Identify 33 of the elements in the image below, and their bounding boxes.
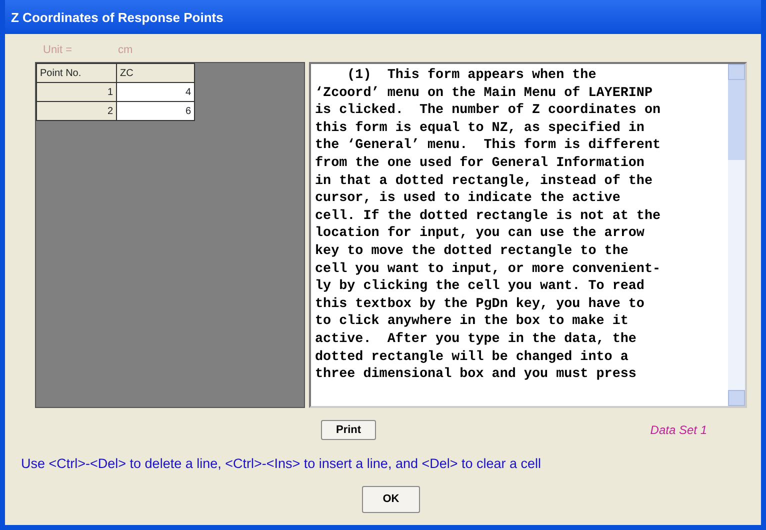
- scrollbar[interactable]: [728, 64, 745, 406]
- help-text-line: active. After you type in the data, the: [315, 330, 638, 348]
- unit-label: Unit =: [43, 43, 72, 58]
- help-text-line: in that a dotted rectangle, instead of the: [315, 172, 654, 190]
- row-number-cell: 1: [36, 82, 116, 102]
- help-text-line: from the one used for General Information: [315, 154, 646, 173]
- data-set-label: Data Set 1: [650, 422, 707, 439]
- row-number-cell: 2: [36, 102, 116, 120]
- help-text-line: three dimensional box and you must press: [315, 366, 638, 384]
- column-header: Point No.: [36, 64, 116, 82]
- help-text-line: (1) This form appears when the: [346, 67, 598, 85]
- help-text-line: the ‘General’ menu. This form is different: [315, 137, 662, 155]
- unit-label: cm: [118, 43, 133, 58]
- instruction-text: Use <Ctrl>-<Del> to delete a line, <Ctrl>-<Ins> to insert a line, and <Del> to clear a cell: [21, 455, 542, 473]
- help-text-line: ly by clicking the cell you want. To read: [315, 278, 646, 296]
- column-header: ZC: [116, 64, 194, 82]
- help-text-line: cell. If the dotted rectangle is not at the: [315, 208, 662, 226]
- help-text-line: ‘Zcoord’ menu on the Main Menu of LAYERINP: [315, 84, 654, 102]
- help-text-line: is clicked. The number of Z coordinates on: [315, 102, 662, 120]
- help-text-line: this textbox by the PgDn key, you have to: [315, 296, 646, 314]
- ok-button[interactable]: OK: [362, 486, 420, 513]
- window-title: Z Coordinates of Response Points: [11, 9, 224, 27]
- help-text-line: this form is equal to NZ, as specified in: [315, 120, 646, 138]
- help-text-line: cursor, is used to indicate the active: [315, 190, 622, 208]
- help-text-line: to click anywhere in the box to make it: [315, 313, 630, 331]
- help-text-line: location for input, you can use the arrow: [315, 225, 646, 243]
- help-text-line: dotted rectangle will be changed into a: [315, 348, 630, 366]
- zc-cell[interactable]: 6: [116, 102, 194, 120]
- help-text-line: key to move the dotted rectangle to the: [315, 242, 630, 261]
- print-button[interactable]: Print: [321, 420, 376, 440]
- zc-cell[interactable]: 4: [116, 82, 194, 102]
- help-text-line: cell you want to input, or more convenient-: [315, 260, 662, 278]
- help-text-box[interactable]: [309, 62, 747, 408]
